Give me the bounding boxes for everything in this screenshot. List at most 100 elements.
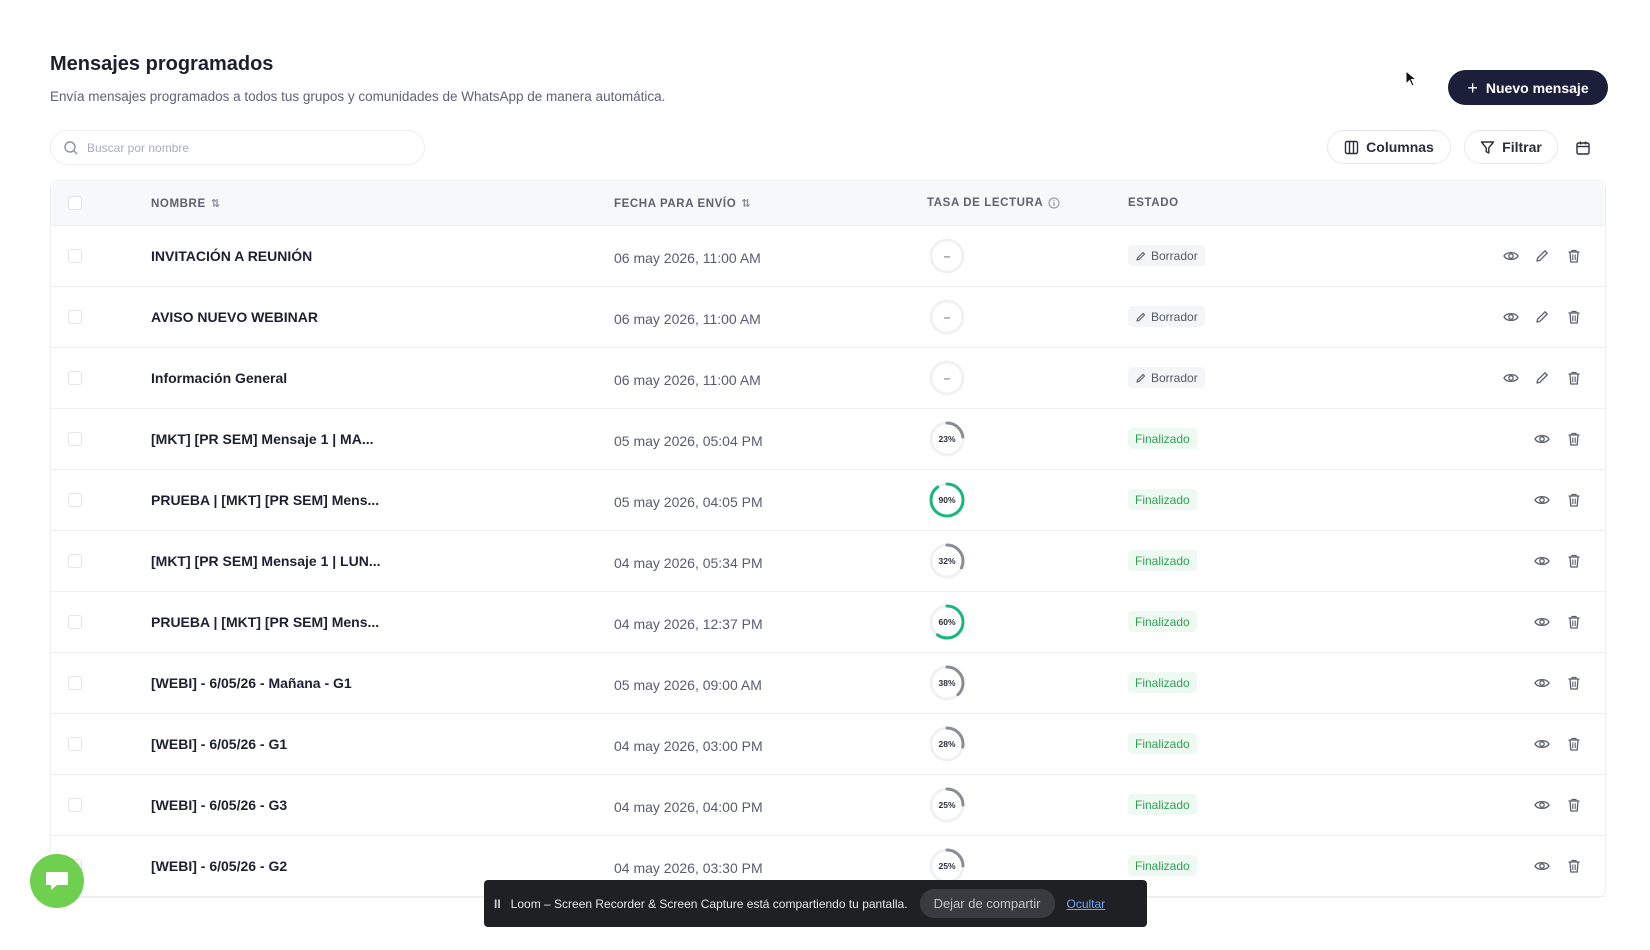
read-rate-ring: – xyxy=(927,236,967,276)
delete-button[interactable] xyxy=(1564,551,1584,571)
read-rate-label: 28% xyxy=(938,739,955,749)
row-checkbox[interactable] xyxy=(68,432,82,446)
row-checkbox[interactable] xyxy=(68,249,82,263)
send-date: 06 may 2026, 11:00 AM xyxy=(614,372,761,388)
chat-support-button[interactable] xyxy=(30,854,84,908)
row-checkbox[interactable] xyxy=(68,615,82,629)
view-button[interactable] xyxy=(1532,795,1552,815)
columns-button[interactable]: Columnas xyxy=(1327,130,1451,164)
eye-icon xyxy=(1534,736,1550,752)
delete-button[interactable] xyxy=(1564,246,1584,266)
status-label: Finalizado xyxy=(1135,431,1190,446)
search-input[interactable] xyxy=(87,140,407,155)
edit-button[interactable] xyxy=(1532,368,1552,388)
hide-link[interactable]: Ocultar xyxy=(1067,897,1106,911)
trash-icon xyxy=(1566,858,1582,874)
table-row[interactable]: Información General 06 may 2026, 11:00 AM… xyxy=(51,348,1605,409)
status-badge: Finalizado xyxy=(1128,794,1197,815)
delete-button[interactable] xyxy=(1564,795,1584,815)
view-button[interactable] xyxy=(1532,429,1552,449)
delete-button[interactable] xyxy=(1564,856,1584,876)
trash-icon xyxy=(1566,614,1582,630)
view-button[interactable] xyxy=(1532,490,1552,510)
eye-icon xyxy=(1534,675,1550,691)
trash-icon xyxy=(1566,370,1582,386)
read-rate-ring: – xyxy=(927,297,967,337)
pencil-icon xyxy=(1135,311,1147,323)
table-row[interactable]: [WEBI] - 6/05/26 - G3 04 may 2026, 04:00 … xyxy=(51,775,1605,836)
view-button[interactable] xyxy=(1532,856,1552,876)
table-row[interactable]: AVISO NUEVO WEBINAR 06 may 2026, 11:00 AM… xyxy=(51,287,1605,348)
message-name: [MKT] [PR SEM] Mensaje 1 | MA... xyxy=(151,431,374,447)
status-label: Finalizado xyxy=(1135,858,1190,873)
row-checkbox[interactable] xyxy=(68,310,82,324)
table-row[interactable]: [WEBI] - 6/05/26 - G1 04 may 2026, 03:00 … xyxy=(51,714,1605,775)
row-checkbox[interactable] xyxy=(68,371,82,385)
eye-icon xyxy=(1503,248,1519,264)
bottom-fade xyxy=(0,926,1650,950)
header-date[interactable]: FECHA PARA ENVÍO ⇅ xyxy=(614,197,751,211)
edit-button[interactable] xyxy=(1532,307,1552,327)
send-date: 04 may 2026, 03:30 PM xyxy=(614,860,763,876)
stop-sharing-button[interactable]: Dejar de compartir xyxy=(919,889,1055,918)
row-checkbox[interactable] xyxy=(68,676,82,690)
row-checkbox[interactable] xyxy=(68,798,82,812)
delete-button[interactable] xyxy=(1564,673,1584,693)
view-button[interactable] xyxy=(1501,246,1521,266)
header-date-label: FECHA PARA ENVÍO xyxy=(614,197,737,210)
pause-icon[interactable]: II xyxy=(494,897,501,911)
status-label: Borrador xyxy=(1151,248,1198,263)
filter-button[interactable]: Filtrar xyxy=(1464,130,1558,164)
edit-button[interactable] xyxy=(1532,246,1552,266)
pencil-icon xyxy=(1534,370,1550,386)
read-rate-label: 25% xyxy=(938,861,955,871)
delete-button[interactable] xyxy=(1564,734,1584,754)
table-row[interactable]: INVITACIÓN A REUNIÓN 06 may 2026, 11:00 A… xyxy=(51,226,1605,287)
row-checkbox[interactable] xyxy=(68,493,82,507)
filter-icon xyxy=(1480,140,1495,154)
table-row[interactable]: [WEBI] - 6/05/26 - Mañana - G1 05 may 202… xyxy=(51,653,1605,714)
table-row[interactable]: PRUEBA | [MKT] [PR SEM] Mens... 04 may 20… xyxy=(51,592,1605,653)
trash-icon xyxy=(1566,797,1582,813)
row-checkbox[interactable] xyxy=(68,554,82,568)
table-row[interactable]: PRUEBA | [MKT] [PR SEM] Mens... 05 may 20… xyxy=(51,470,1605,531)
message-name: [WEBI] - 6/05/26 - G2 xyxy=(151,858,288,874)
trash-icon xyxy=(1566,553,1582,569)
loom-message: Loom – Screen Recorder & Screen Capture … xyxy=(510,896,908,911)
read-rate-ring: 90% xyxy=(927,480,967,520)
view-button[interactable] xyxy=(1501,368,1521,388)
view-button[interactable] xyxy=(1532,734,1552,754)
new-message-button[interactable]: + Nuevo mensaje xyxy=(1448,70,1608,105)
view-button[interactable] xyxy=(1532,612,1552,632)
view-button[interactable] xyxy=(1501,307,1521,327)
calendar-button[interactable] xyxy=(1572,137,1594,159)
info-icon[interactable] xyxy=(1048,197,1060,209)
status-badge: Finalizado xyxy=(1128,733,1197,754)
table-row[interactable]: [MKT] [PR SEM] Mensaje 1 | MA... 05 may 2… xyxy=(51,409,1605,470)
delete-button[interactable] xyxy=(1564,612,1584,632)
delete-button[interactable] xyxy=(1564,490,1584,510)
send-date: 06 may 2026, 11:00 AM xyxy=(614,311,761,327)
calendar-icon xyxy=(1576,141,1590,155)
message-name: [WEBI] - 6/05/26 - G1 xyxy=(151,736,288,752)
eye-icon xyxy=(1534,858,1550,874)
view-button[interactable] xyxy=(1532,551,1552,571)
view-button[interactable] xyxy=(1532,673,1552,693)
delete-button[interactable] xyxy=(1564,429,1584,449)
status-badge: Finalizado xyxy=(1128,672,1197,693)
table-header: NOMBRE ⇅ FECHA PARA ENVÍO ⇅ TASA DE LECT… xyxy=(51,181,1605,226)
select-all-checkbox[interactable] xyxy=(68,196,82,210)
eye-icon xyxy=(1503,370,1519,386)
status-badge: Borrador xyxy=(1128,245,1205,266)
trash-icon xyxy=(1566,675,1582,691)
message-name: Información General xyxy=(151,370,288,386)
send-date: 06 may 2026, 11:00 AM xyxy=(614,250,761,266)
search-field[interactable] xyxy=(50,130,425,165)
delete-button[interactable] xyxy=(1564,368,1584,388)
table-row[interactable]: [MKT] [PR SEM] Mensaje 1 | LUN... 04 may … xyxy=(51,531,1605,592)
eye-icon xyxy=(1503,309,1519,325)
delete-button[interactable] xyxy=(1564,307,1584,327)
row-checkbox[interactable] xyxy=(68,737,82,751)
header-name[interactable]: NOMBRE ⇅ xyxy=(151,197,221,211)
table-body: INVITACIÓN A REUNIÓN 06 may 2026, 11:00 A… xyxy=(51,226,1605,897)
